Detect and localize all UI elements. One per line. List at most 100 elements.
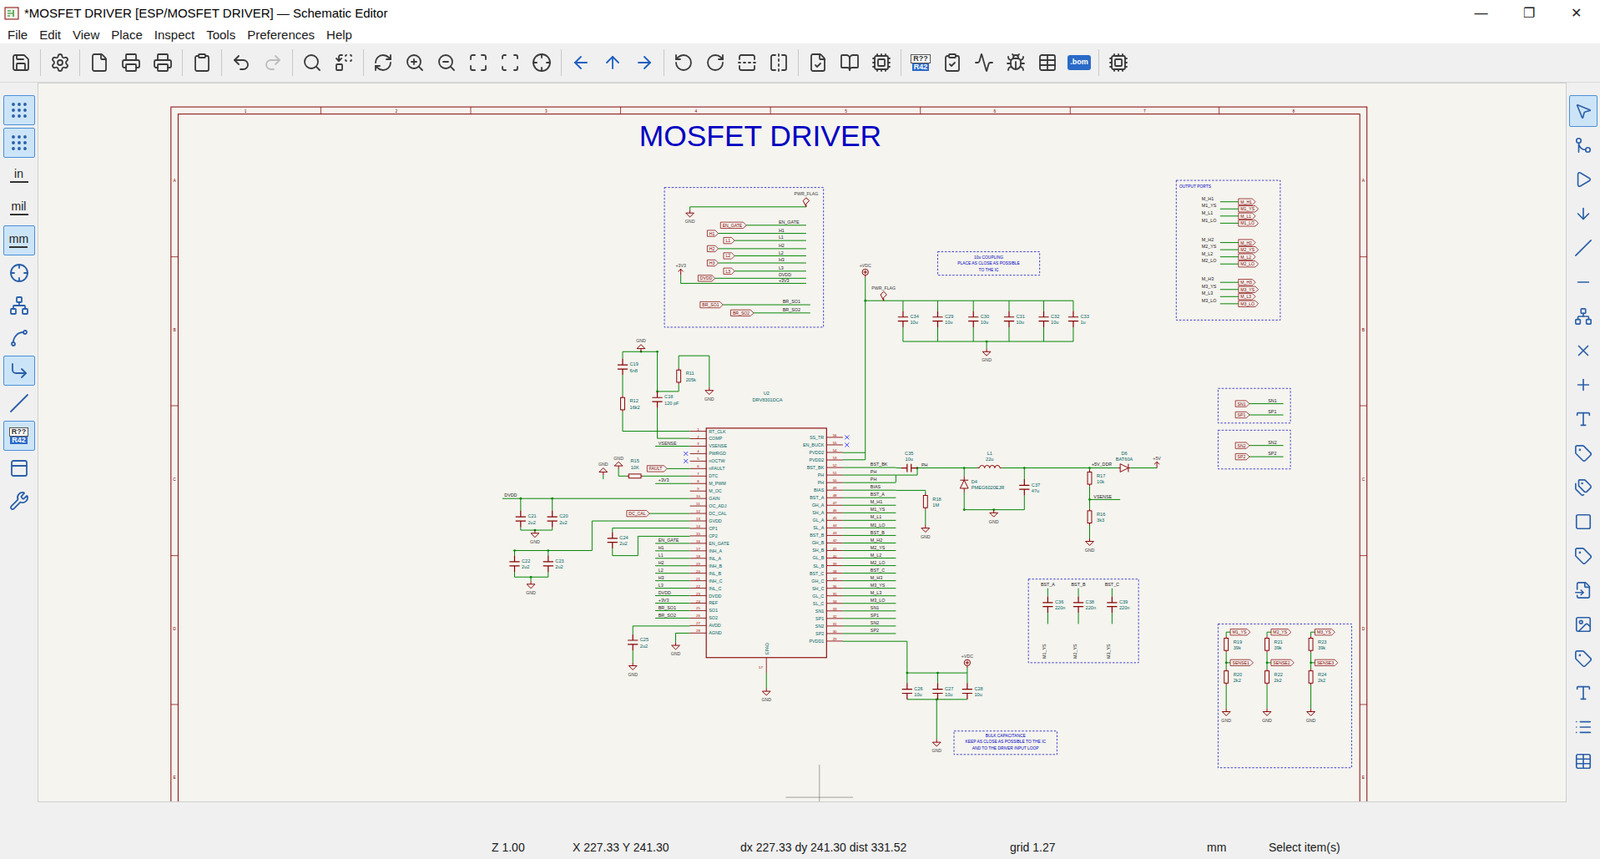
global-label[interactable]: M_H3 — [1220, 279, 1256, 286]
global-label[interactable]: H2 — [706, 245, 806, 252]
ic-pin[interactable]: 18INL_AL1 — [655, 552, 722, 561]
toolbar-button[interactable] — [146, 45, 179, 80]
ic-pin[interactable]: 5nOCTW — [683, 456, 726, 464]
ic-pin[interactable]: 52BST_BKBST_BK — [807, 461, 897, 470]
menu-item[interactable]: Tools — [200, 26, 242, 44]
global-label[interactable]: M_L2 — [1220, 253, 1256, 260]
component[interactable]: D4PMEG6020EJR — [959, 475, 1005, 493]
ic-pin[interactable]: 20INL_BL2 — [655, 567, 722, 576]
toolbar-button[interactable] — [699, 45, 732, 80]
toolbar-button[interactable] — [865, 45, 898, 80]
global-label[interactable]: M_H2 — [1220, 239, 1256, 246]
toolbar-button[interactable] — [762, 45, 795, 80]
global-label[interactable]: M1_LO — [1220, 220, 1259, 227]
toolbar-button[interactable]: R??R42 — [904, 45, 937, 80]
right-toolbar-button[interactable] — [1569, 437, 1598, 470]
ic-pin[interactable]: 19INH_BH2 — [655, 560, 722, 569]
toolbar-button[interactable] — [667, 45, 700, 80]
toolbar-button[interactable] — [328, 45, 360, 80]
power-symbol[interactable]: GND — [761, 687, 772, 702]
right-toolbar-button[interactable] — [1569, 129, 1598, 162]
right-toolbar-button[interactable] — [1569, 95, 1598, 127]
left-toolbar-button[interactable] — [3, 127, 36, 158]
power-symbol[interactable]: GND — [525, 580, 536, 596]
component[interactable]: R202k2 — [1224, 668, 1242, 686]
component[interactable]: C232u2 — [543, 555, 565, 573]
left-toolbar-button[interactable] — [3, 485, 36, 516]
ic-pin[interactable]: 4PWRGD — [683, 449, 727, 456]
toolbar-button[interactable] — [5, 45, 37, 80]
right-toolbar-button[interactable] — [1569, 574, 1598, 606]
ic-pin[interactable]: 12DC_CAL — [690, 509, 727, 516]
menu-item[interactable]: View — [66, 26, 106, 44]
global-label[interactable]: M3_LO — [1220, 300, 1259, 307]
ic-pin[interactable]: 34SL_CM3_LO — [812, 597, 897, 606]
toolbar-button[interactable] — [731, 45, 763, 80]
ic-pin[interactable]: 53PVDD2 — [808, 455, 843, 463]
power-symbol[interactable]: +VDC — [961, 653, 974, 668]
toolbar-button[interactable] — [83, 45, 116, 80]
power-symbol[interactable]: GND — [613, 455, 624, 470]
menu-item[interactable]: Edit — [33, 26, 67, 44]
left-toolbar-button[interactable]: in — [3, 160, 36, 191]
right-toolbar-button[interactable] — [1569, 505, 1598, 538]
toolbar-button[interactable] — [494, 45, 526, 80]
component[interactable]: R163k3 — [1087, 508, 1106, 525]
power-symbol[interactable]: PWR_FLAG — [871, 285, 896, 301]
power-symbol[interactable]: GND — [989, 509, 1000, 525]
ic-pin[interactable]: 15CP2 — [690, 531, 718, 539]
power-symbol[interactable]: GND — [529, 529, 541, 545]
global-label[interactable]: M_H1 — [1220, 198, 1256, 205]
ic-pin[interactable]: 36SH_CM3_YS — [812, 582, 896, 591]
power-symbol[interactable]: GND — [1085, 538, 1096, 553]
toolbar-button[interactable] — [257, 45, 289, 80]
ic-pin[interactable]: 8M_PWM+3V3 — [655, 477, 727, 486]
right-toolbar-button[interactable] — [1569, 368, 1598, 401]
power-symbol[interactable]: +3V3 — [675, 262, 686, 276]
global-label[interactable]: DC_CAL — [626, 509, 691, 516]
right-toolbar-button[interactable] — [1569, 403, 1598, 435]
component[interactable]: R181M — [923, 493, 941, 510]
ic-pin[interactable]: 27AVDD — [690, 620, 722, 628]
global-label[interactable]: M3_YS — [1220, 286, 1259, 293]
global-label[interactable]: L1 — [723, 237, 807, 243]
component[interactable]: C36220n — [1042, 595, 1065, 613]
ic-pin[interactable]: 11OC_ADJ — [690, 501, 727, 509]
ic-pin[interactable]: 21INH_CH3 — [655, 575, 722, 584]
global-label[interactable]: FAULT — [646, 465, 690, 472]
component[interactable]: C2710u — [932, 682, 954, 700]
toolbar-button[interactable] — [999, 45, 1032, 80]
left-toolbar-button[interactable]: R??R42 — [3, 420, 36, 451]
ic-pin[interactable]: 38BST_CBST_C — [809, 567, 896, 576]
menu-item[interactable]: Place — [105, 26, 149, 44]
component[interactable]: C3010u — [968, 310, 990, 328]
toolbar-button[interactable] — [802, 45, 834, 80]
global-label[interactable]: M1_YS — [1220, 206, 1259, 212]
component[interactable]: C39220n — [1106, 595, 1130, 613]
toolbar-button[interactable] — [565, 45, 597, 80]
canvas-area[interactable]: 12345678AABBCCDDEEMOSFET DRIVEROUTPUT PO… — [37, 82, 1567, 803]
component[interactable]: C3510u — [900, 450, 918, 473]
right-toolbar-button[interactable] — [1569, 334, 1598, 367]
global-label[interactable]: H3 — [706, 259, 806, 266]
window-control-button[interactable]: ❐ — [1504, 0, 1553, 27]
power-symbol[interactable]: GND — [931, 738, 942, 753]
menu-item[interactable]: Preferences — [241, 26, 321, 44]
global-label[interactable]: SENSE2 — [1266, 659, 1294, 666]
menu-item[interactable]: File — [1, 26, 34, 44]
component[interactable]: C242u2 — [607, 532, 629, 550]
note[interactable]: 10u COUPLINGPLACE AS CLOSE AS POSSIBLETO… — [937, 252, 1040, 276]
component[interactable]: R1939k — [1224, 635, 1242, 653]
toolbar-button[interactable] — [186, 45, 218, 80]
toolbar-button[interactable] — [525, 45, 558, 80]
component[interactable]: C2610u — [902, 682, 924, 700]
global-label[interactable]: M_L1 — [1220, 212, 1256, 219]
right-toolbar-button[interactable] — [1569, 711, 1598, 743]
toolbar-button[interactable] — [628, 45, 661, 80]
right-toolbar-button[interactable] — [1569, 540, 1598, 572]
ic-pin[interactable]: 13GVDD — [690, 516, 722, 524]
ic-pin[interactable]: 33SN1SN1 — [815, 605, 897, 614]
menu-item[interactable]: Inspect — [148, 26, 201, 44]
toolbar-button[interactable] — [936, 45, 969, 80]
left-toolbar-button[interactable]: mil — [3, 192, 36, 223]
